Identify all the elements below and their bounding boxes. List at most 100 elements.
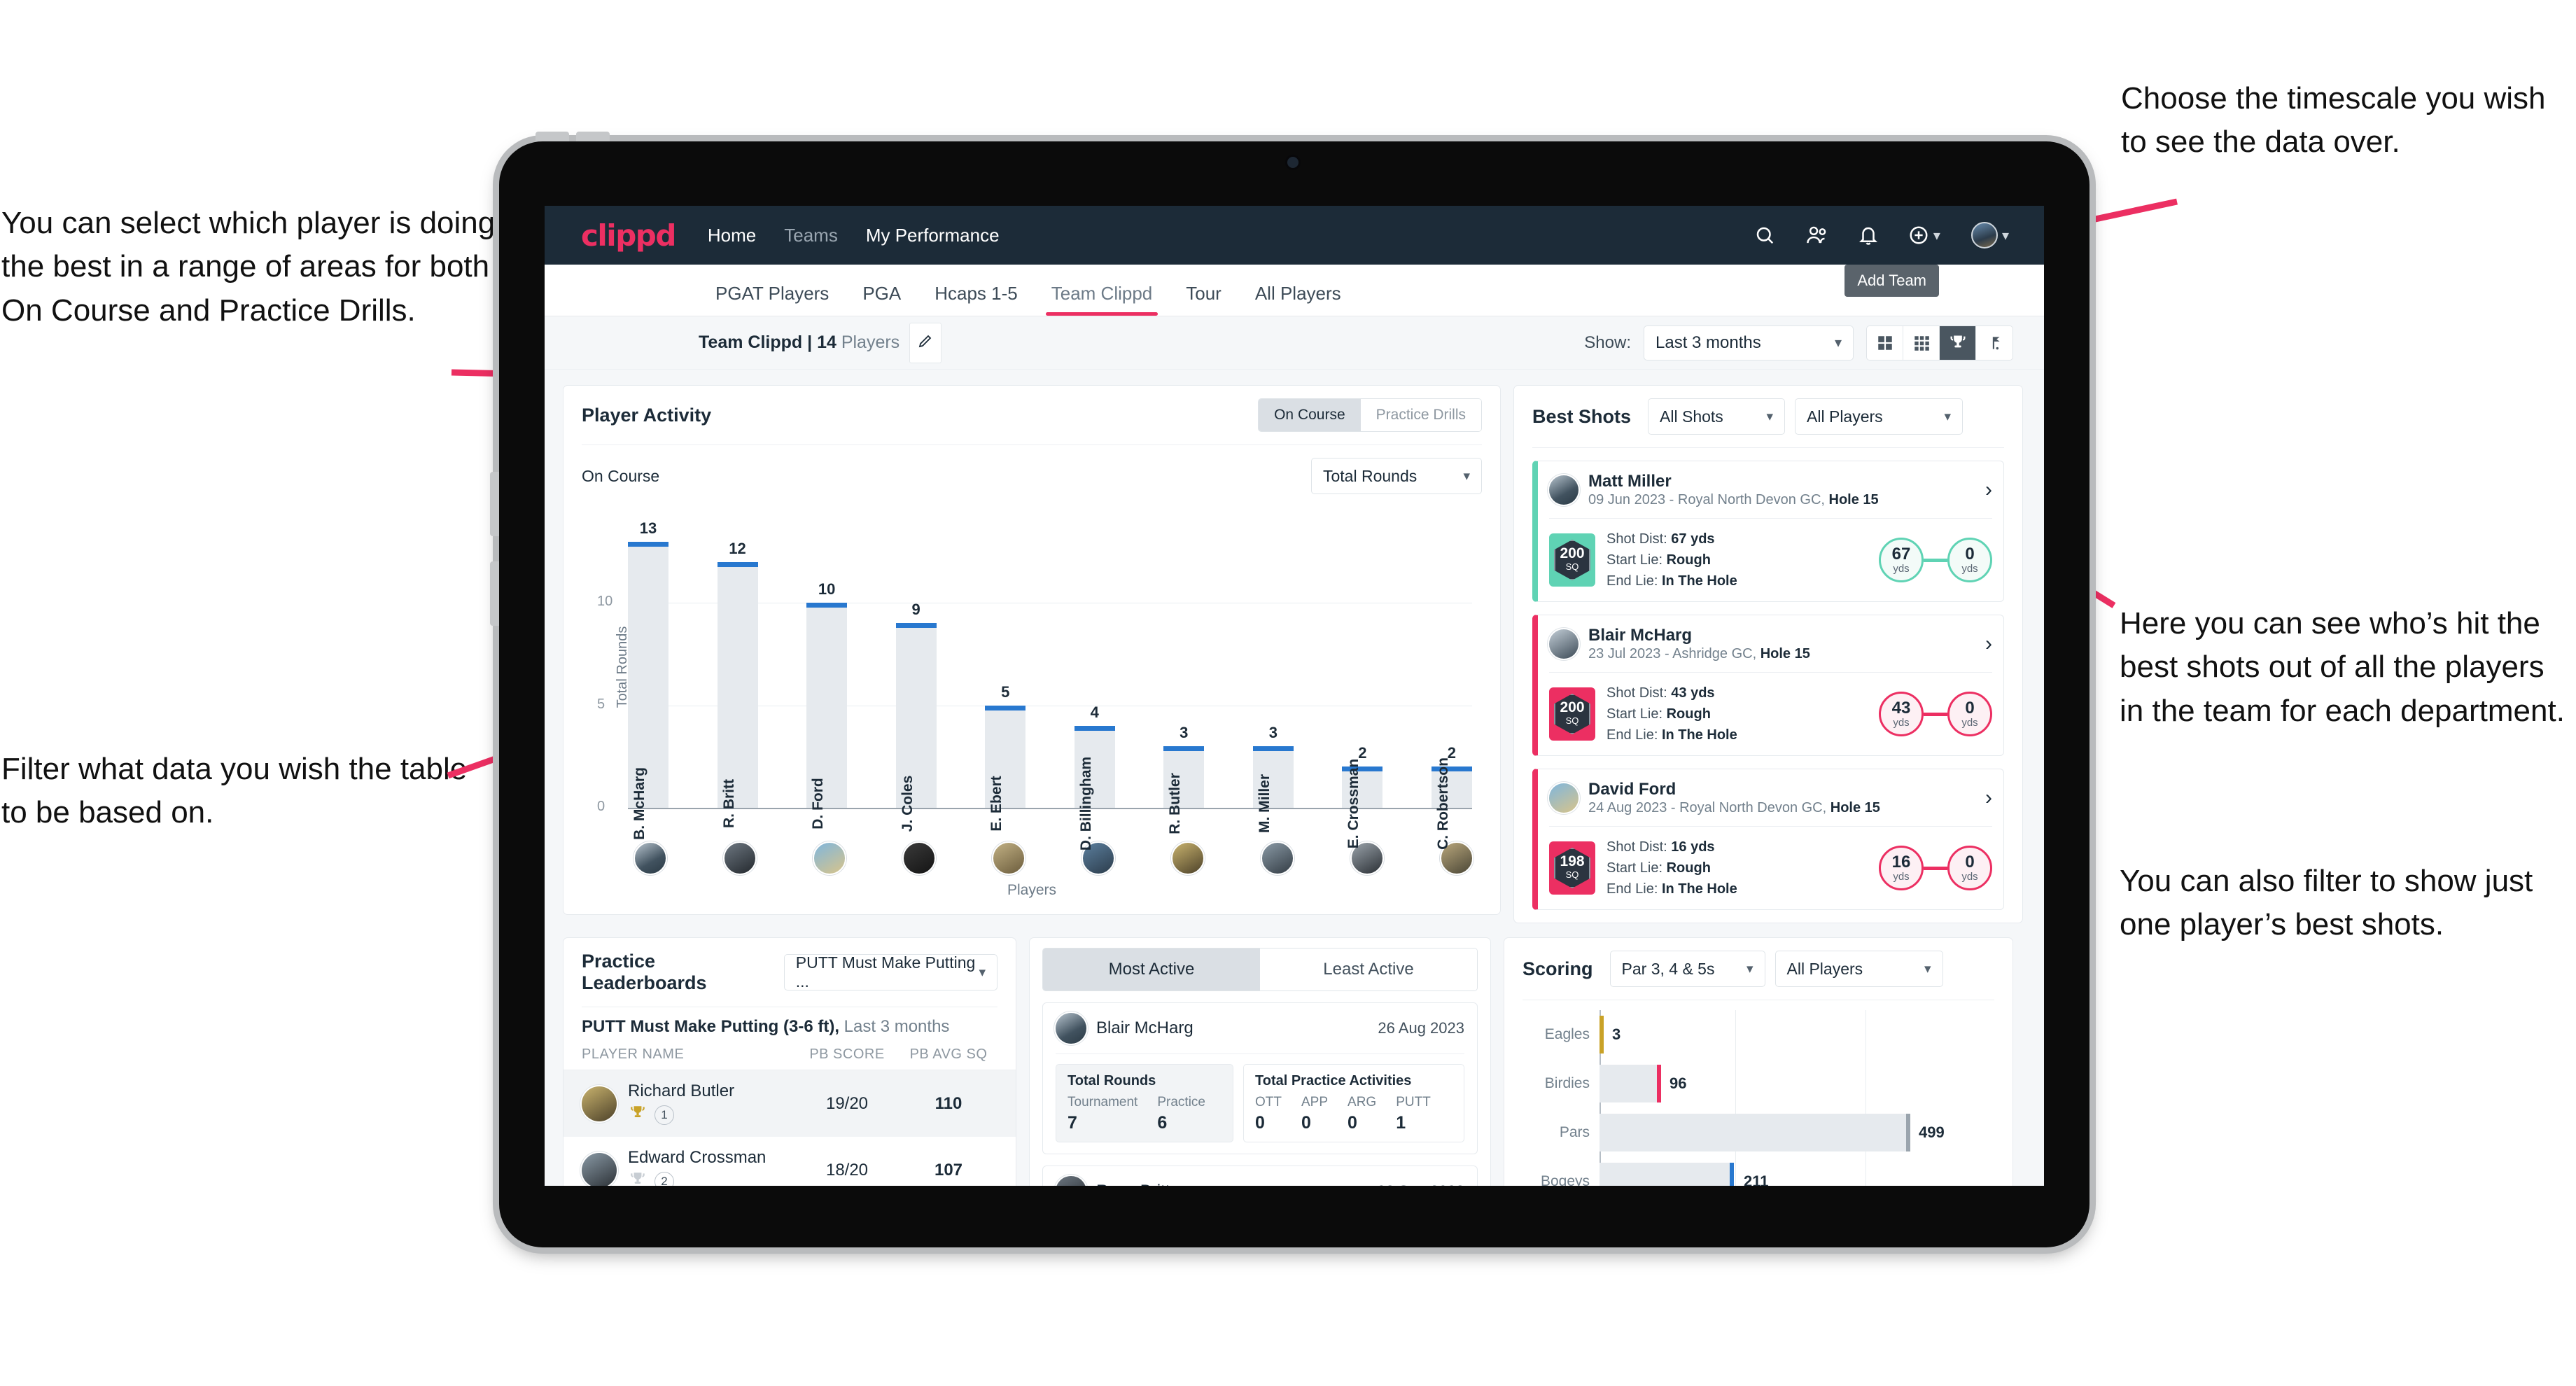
flag-view-button[interactable] <box>1976 326 2012 360</box>
bar-8[interactable]: 2 E. Crossman <box>1342 744 1383 848</box>
nav-link-home[interactable]: Home <box>708 225 756 246</box>
best-shot-card[interactable]: David Ford 24 Aug 2023 - Royal North Dev… <box>1532 769 2004 910</box>
practice-value: 0 <box>1301 1113 1311 1133</box>
people-icon[interactable] <box>1806 225 1828 246</box>
scoring-title: Scoring <box>1522 958 1593 979</box>
par-select[interactable]: Par 3, 4 & 5s ▾ <box>1609 951 1765 987</box>
player-activity-card: Player Activity On Course Practice Drill… <box>563 385 1501 915</box>
team-tabs: PGAT Players PGA Hcaps 1-5 Team Clippd T… <box>545 265 2044 316</box>
badge-number: 198 <box>1560 853 1585 870</box>
shot-from-value: 16 <box>1891 852 1911 872</box>
tab-all-players[interactable]: All Players <box>1238 283 1358 316</box>
tab-pga[interactable]: PGA <box>846 283 918 316</box>
tab-tour[interactable]: Tour <box>1169 283 1238 316</box>
bar-4[interactable]: 5 E. Ebert <box>985 683 1026 832</box>
shot-player-name: David Ford <box>1588 780 1676 799</box>
all-players-select[interactable]: All Players ▾ <box>1795 398 1963 435</box>
avatar[interactable] <box>723 841 757 875</box>
activity-player-card[interactable]: Blair McHarg 26 Aug 2023 Total Rounds To… <box>1042 1002 1478 1154</box>
chevron-right-icon[interactable]: › <box>1985 632 1992 656</box>
tab-most-active[interactable]: Most Active <box>1043 948 1260 990</box>
scoring-bar-row[interactable]: Bogeys 211 <box>1522 1157 1994 1186</box>
bell-icon[interactable] <box>1858 225 1877 246</box>
tab-hcaps-1-5[interactable]: Hcaps 1-5 <box>918 283 1035 316</box>
segment-practice-drills[interactable]: Practice Drills <box>1360 399 1481 431</box>
metric-select[interactable]: Total Rounds ▾ <box>1311 458 1482 494</box>
bar-1[interactable]: 12 R. Britt <box>717 540 758 828</box>
practice-value: 0 <box>1255 1113 1265 1133</box>
avatar <box>582 1152 617 1186</box>
shot-dist-label: Shot Dist: <box>1606 839 1672 855</box>
scoring-players-select[interactable]: All Players ▾ <box>1774 951 1943 987</box>
chevron-down-icon: ▾ <box>1746 961 1754 976</box>
shot-dist-value: 43 yds <box>1671 685 1715 701</box>
drill-select[interactable]: PUTT Must Make Putting ... ▾ <box>783 953 997 990</box>
best-shot-card[interactable]: Blair McHarg 23 Jul 2023 - Ashridge GC, … <box>1532 615 2004 756</box>
bar-0[interactable]: 13 B. McHarg <box>628 519 668 840</box>
bar-2[interactable]: 10 D. Ford <box>806 580 848 830</box>
nav-link-teams[interactable]: Teams <box>784 225 838 246</box>
activity-player-card[interactable]: Rees Britt 02 Sep 2023 Total Rounds Tour… <box>1042 1166 1478 1186</box>
shot-distance-visual: 16 yds 0 yds <box>1879 846 1992 890</box>
grid-4-view-button[interactable] <box>1867 326 1903 360</box>
all-shots-select[interactable]: All Shots ▾ <box>1648 398 1786 435</box>
col-player-name: PLAYER NAME <box>582 1046 685 1062</box>
shot-to-value: 0 <box>1965 544 1975 564</box>
avatar[interactable] <box>992 841 1026 875</box>
search-icon[interactable] <box>1754 225 1775 246</box>
bar-label: R. Butler <box>1167 773 1184 834</box>
bar-label: D. Billingham <box>1077 756 1094 851</box>
bar-3[interactable]: 9 J. Coles <box>895 601 937 832</box>
bar-9[interactable]: 2 C. Robertson <box>1431 744 1472 850</box>
scoring-bar-row[interactable]: Pars 499 <box>1522 1108 1994 1157</box>
tab-least-active[interactable]: Least Active <box>1260 948 1477 990</box>
best-shot-card[interactable]: Matt Miller 09 Jun 2023 - Royal North De… <box>1532 461 2004 602</box>
bar-5[interactable]: 4 D. Billingham <box>1074 704 1115 850</box>
avatar[interactable] <box>902 841 936 875</box>
rank-badge: 1 <box>654 1105 674 1125</box>
player-name: Edward Crossman <box>628 1148 766 1167</box>
chevron-down-icon: ▾ <box>1944 409 1952 424</box>
bar-value: 3 <box>1180 724 1189 742</box>
drill-value: PUTT Must Make Putting ... <box>795 953 976 990</box>
shot-dist-label: Shot Dist: <box>1606 531 1672 547</box>
avatar[interactable] <box>1171 841 1205 875</box>
scoring-bar-row[interactable]: Eagles 3 <box>1522 1010 1994 1059</box>
avatar[interactable] <box>813 841 846 875</box>
edit-team-button[interactable] <box>909 322 942 363</box>
total-rounds-box: Total Rounds Tournament 7 Practice 6 <box>1056 1064 1233 1142</box>
tab-pgat-players[interactable]: PGAT Players <box>699 283 846 316</box>
all-players-value: All Players <box>1807 407 1883 426</box>
start-lie-label: Start Lie: <box>1606 860 1667 876</box>
table-row[interactable]: Richard Butler 1 19/20 110 <box>564 1070 1016 1137</box>
nav-link-my-performance[interactable]: My Performance <box>866 225 1000 246</box>
grid-9-view-button[interactable] <box>1903 326 1940 360</box>
clippd-logo[interactable]: clippd <box>581 218 676 253</box>
chevron-right-icon[interactable]: › <box>1985 786 1992 810</box>
start-lie-label: Start Lie: <box>1606 706 1667 722</box>
end-lie-value: In The Hole <box>1661 573 1737 589</box>
shot-player-name: Blair McHarg <box>1588 626 1693 645</box>
avatar[interactable] <box>634 841 667 875</box>
bar-6[interactable]: 3 R. Butler <box>1163 724 1205 834</box>
timescale-select[interactable]: Last 3 months ▾ <box>1644 325 1854 360</box>
pb-score: 18/20 <box>825 1160 869 1180</box>
segment-on-course[interactable]: On Course <box>1259 399 1361 431</box>
trophy-icon <box>628 1104 648 1126</box>
scoring-bar-row[interactable]: Birdies 96 <box>1522 1059 1994 1108</box>
bar-value: 13 <box>639 519 657 537</box>
leaderboard-subtitle-plain: Last 3 months <box>839 1017 950 1036</box>
trophy-view-button[interactable] <box>1940 326 1976 360</box>
avatar <box>1549 783 1578 813</box>
chevron-right-icon[interactable]: › <box>1985 478 1992 502</box>
avatar[interactable] <box>1261 841 1294 875</box>
scoring-value: 211 <box>1744 1172 1769 1186</box>
avatar[interactable]: ▾ <box>1970 222 2009 248</box>
tab-team-clippd[interactable]: Team Clippd <box>1035 283 1170 316</box>
shot-quality-badge: 198 SQ <box>1549 841 1595 895</box>
table-row[interactable]: Edward Crossman 2 18/20 107 <box>564 1137 1016 1186</box>
plus-circle-icon[interactable]: ▾ <box>1908 225 1940 246</box>
bar-7[interactable]: 3 M. Miller <box>1252 724 1294 833</box>
practice-key: OTT <box>1255 1095 1282 1110</box>
shot-distance-visual: 67 yds 0 yds <box>1879 538 1992 582</box>
